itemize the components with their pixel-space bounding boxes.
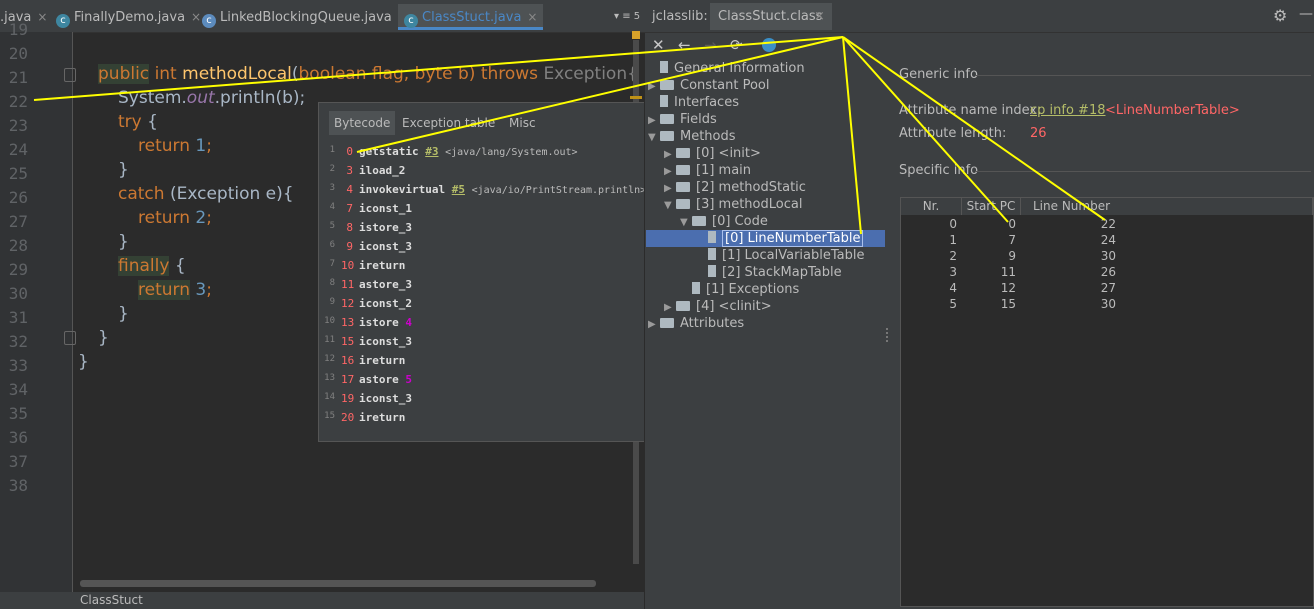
annotation-line bbox=[842, 36, 862, 235]
annotation-line bbox=[33, 36, 844, 101]
annotation-line bbox=[842, 36, 1009, 223]
annotation-overlay bbox=[33, 36, 1106, 235]
annotation-line bbox=[842, 36, 1106, 221]
annotation-line bbox=[356, 36, 844, 153]
